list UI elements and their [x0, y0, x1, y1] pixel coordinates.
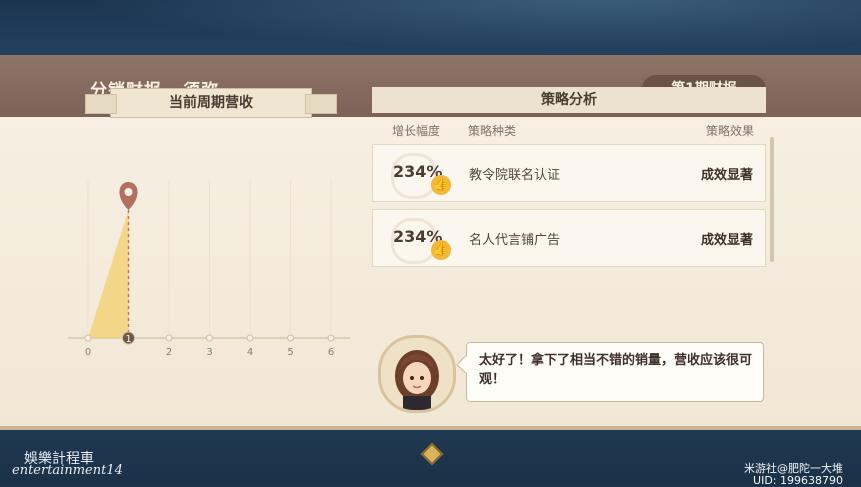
strategy-scrollbar[interactable] — [770, 137, 774, 262]
strategy-effect: 成效显著 — [700, 168, 753, 183]
chart-tick-label: 4 — [247, 347, 253, 358]
panel-bottom-border — [0, 426, 861, 430]
strategy-row: 234% 👍 教令院联名认证 成效显著 — [372, 144, 766, 202]
chart-area — [88, 210, 129, 338]
chart-tick-label: 1 — [125, 334, 131, 345]
watermark-left-sub: entertainment14 — [12, 463, 123, 478]
chart-point — [246, 334, 254, 342]
strategy-type: 名人代言铺广告 — [469, 233, 561, 248]
background-scene — [0, 0, 861, 60]
watermark-right-uid: UID: 199638790 — [753, 474, 843, 487]
thumbs-up-icon: 👍 — [431, 240, 451, 260]
chart-tick-label: 0 — [85, 347, 91, 358]
column-growth: 增长幅度 — [392, 124, 441, 138]
chart-point — [327, 334, 335, 342]
chart-title: 当前周期营收 — [85, 88, 337, 118]
watermark-right: 米游社@肥陀一大堆 UID: 199638790 — [744, 463, 843, 487]
chart-point — [84, 334, 92, 342]
chart-point — [287, 334, 294, 342]
strategy-effect: 成效显著 — [700, 233, 753, 248]
chart-tick-label: 3 — [206, 347, 212, 358]
chart-point — [165, 334, 173, 342]
column-effect: 策略效果 — [705, 124, 754, 138]
strategy-row: 234% 👍 名人代言铺广告 成效显著 — [372, 209, 766, 267]
strategy-title: 策略分析 — [372, 87, 766, 113]
pin-center — [124, 188, 133, 196]
column-type: 策略种类 — [468, 124, 517, 138]
chart-tick-label: 5 — [287, 347, 293, 358]
dialog-text: 太好了！拿下了相当不错的销量，营收应该很可观！ — [479, 353, 753, 387]
chart-point — [206, 334, 213, 342]
revenue-chart: 0 1 2 3 4 5 6 — [68, 180, 350, 358]
chart-tick-label: 6 — [328, 347, 334, 358]
strategy-type: 教令院联名认证 — [469, 168, 561, 183]
character-portrait-icon — [381, 338, 453, 410]
dialog-bubble: 太好了！拿下了相当不错的销量，营收应该很可观！ — [466, 342, 764, 402]
chart-tick-label: 2 — [166, 347, 172, 358]
thumbs-up-icon: 👍 — [431, 175, 451, 195]
character-avatar — [378, 335, 456, 413]
diamond-icon — [420, 442, 444, 466]
